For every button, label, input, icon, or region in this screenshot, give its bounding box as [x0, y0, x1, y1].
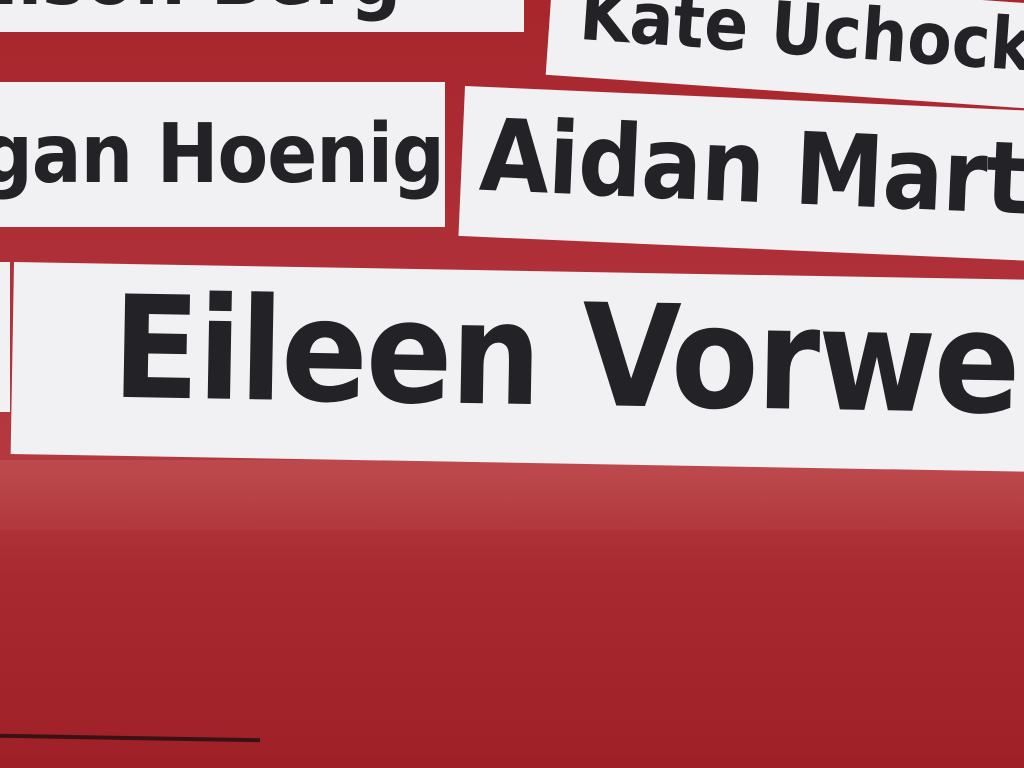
panel-seam: [0, 733, 261, 743]
name-label-top-left: …son Berg: [0, 0, 524, 32]
name-label-aidan-martin: Aidan Martin: [458, 86, 1024, 263]
name-label-hoenig: gan Hoenig: [0, 82, 445, 227]
name-text: Kate Uchock: [577, 0, 1024, 88]
name-text: Eileen Vorwerk: [111, 265, 1024, 450]
name-label-eileen-vorwerk: Eileen Vorwerk: [10, 262, 1024, 472]
name-text: gan Hoenig: [0, 107, 445, 202]
name-text: …son Berg: [0, 0, 401, 23]
name-label-left-edge: [0, 262, 10, 412]
worn-paint-band: [0, 460, 1024, 530]
name-text: Aidan Martin: [477, 96, 1024, 242]
